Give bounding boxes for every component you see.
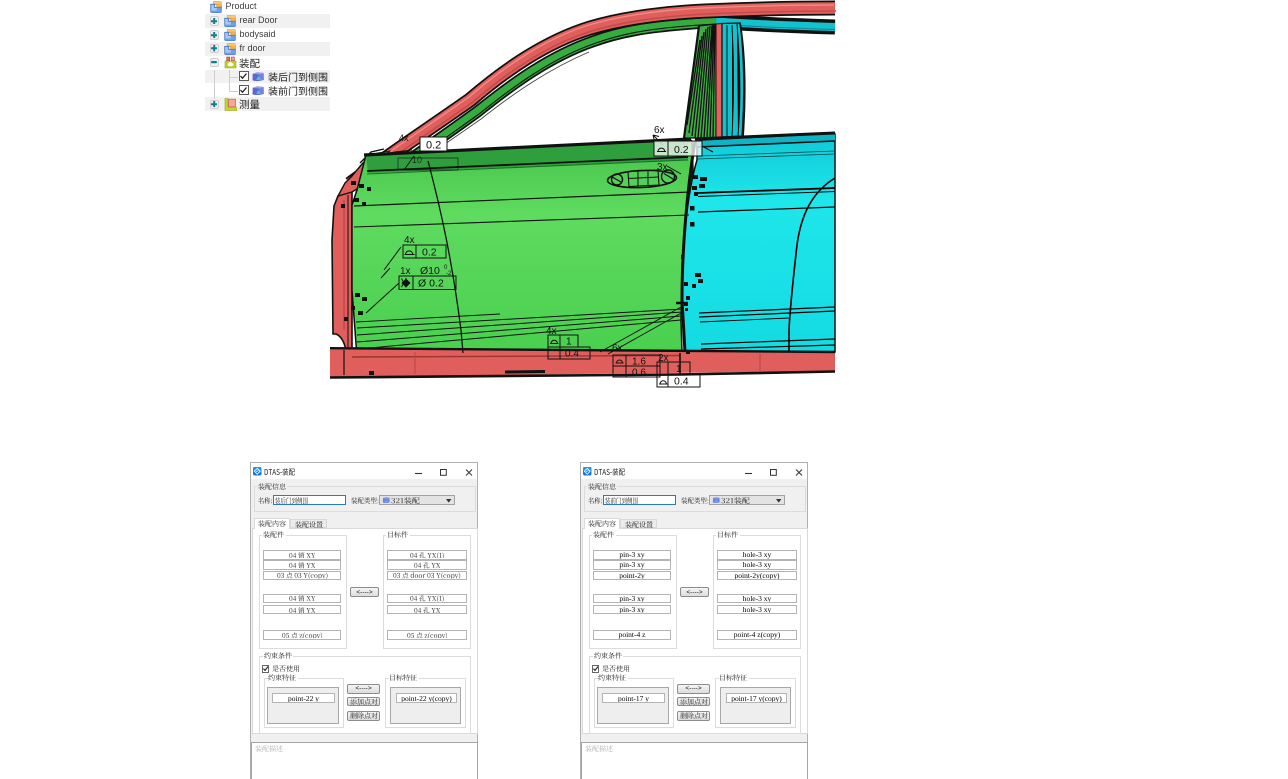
svg-text:1: 1 bbox=[676, 364, 682, 375]
svg-text:0.2: 0.2 bbox=[422, 247, 437, 259]
svg-text:0.6: 0.6 bbox=[632, 368, 646, 379]
svg-text:0.4: 0.4 bbox=[674, 376, 689, 388]
svg-text:6x: 6x bbox=[654, 125, 665, 136]
svg-text:Ø 0.2: Ø 0.2 bbox=[418, 278, 444, 290]
svg-text:1: 1 bbox=[566, 337, 572, 348]
svg-text:Ø10: Ø10 bbox=[420, 265, 440, 277]
svg-text:4x: 4x bbox=[399, 133, 409, 143]
svg-text:3x: 3x bbox=[657, 162, 668, 173]
svg-text:1.6: 1.6 bbox=[632, 357, 646, 368]
svg-text:0.2: 0.2 bbox=[674, 144, 689, 156]
svg-text:4x: 4x bbox=[404, 235, 415, 246]
svg-text:6x: 6x bbox=[612, 343, 623, 354]
svg-text:0.2: 0.2 bbox=[426, 140, 441, 152]
svg-text:0.4: 0.4 bbox=[565, 349, 579, 360]
svg-text:1x: 1x bbox=[400, 266, 411, 277]
